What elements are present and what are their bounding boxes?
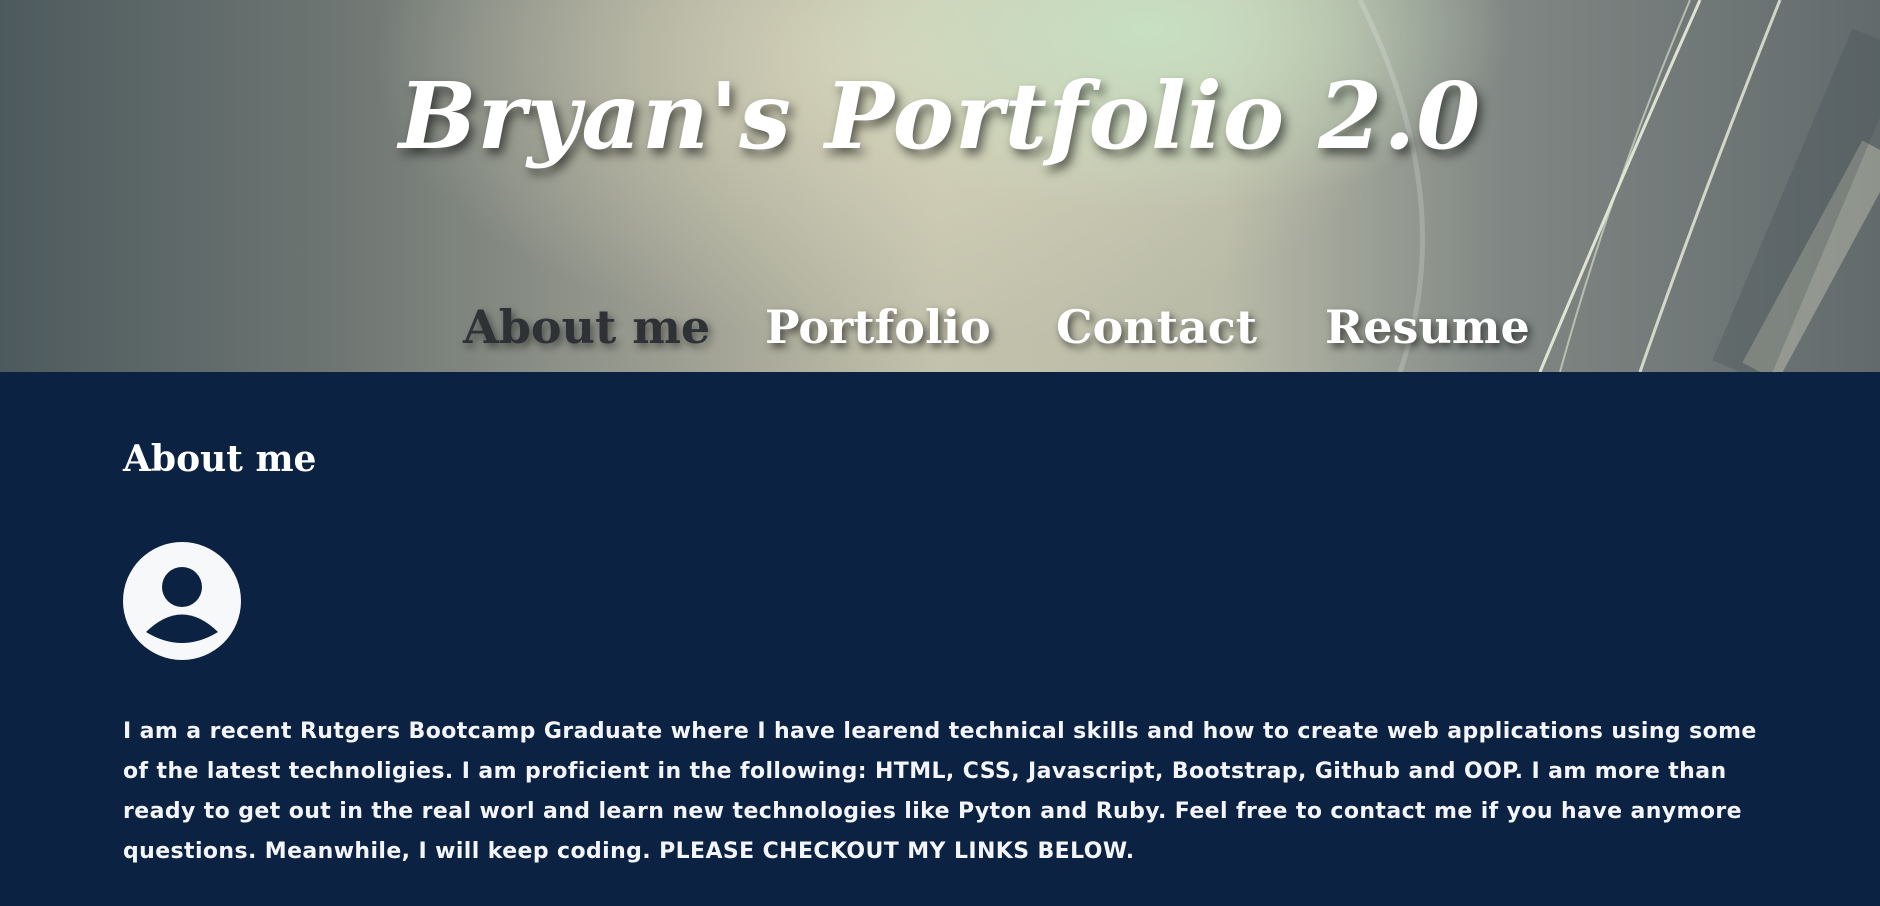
user-avatar-icon xyxy=(123,542,241,660)
nav-link-about-me[interactable]: About me xyxy=(463,300,710,354)
hero-banner: Bryan's Portfolio 2.0 About me Portfolio… xyxy=(0,0,1880,372)
site-title: Bryan's Portfolio 2.0 xyxy=(398,62,1482,170)
nav-link-contact[interactable]: Contact xyxy=(1056,300,1257,354)
nav-link-resume[interactable]: Resume xyxy=(1325,300,1530,354)
about-section: About me I am a recent Rutgers Bootcamp … xyxy=(0,372,1880,906)
section-heading: About me xyxy=(123,438,317,480)
nav-link-portfolio[interactable]: Portfolio xyxy=(765,300,991,354)
about-bio-text: I am a recent Rutgers Bootcamp Graduate … xyxy=(123,719,1757,864)
main-nav: About me Portfolio Contact Resume xyxy=(0,300,1880,370)
